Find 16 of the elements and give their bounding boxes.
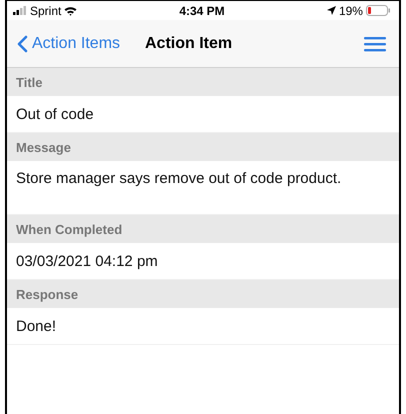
field-value: Done! <box>7 308 399 345</box>
menu-icon[interactable] <box>364 36 386 52</box>
section-label: When Completed <box>16 222 122 236</box>
section-label: Title <box>16 74 42 90</box>
location-icon <box>326 6 336 15</box>
section-label: Message <box>16 140 71 154</box>
status-time: 4:34 PM <box>179 4 225 18</box>
signal-icon <box>13 6 27 15</box>
back-button[interactable]: Action Items <box>7 34 120 52</box>
section-label: Response <box>16 286 78 302</box>
carrier-name: Sprint <box>30 4 62 18</box>
wifi-icon <box>64 6 78 16</box>
battery-percent: 19% <box>338 4 363 18</box>
page-title: Action Item <box>145 34 232 52</box>
battery-icon <box>366 5 391 16</box>
chevron-left-icon <box>17 34 28 52</box>
